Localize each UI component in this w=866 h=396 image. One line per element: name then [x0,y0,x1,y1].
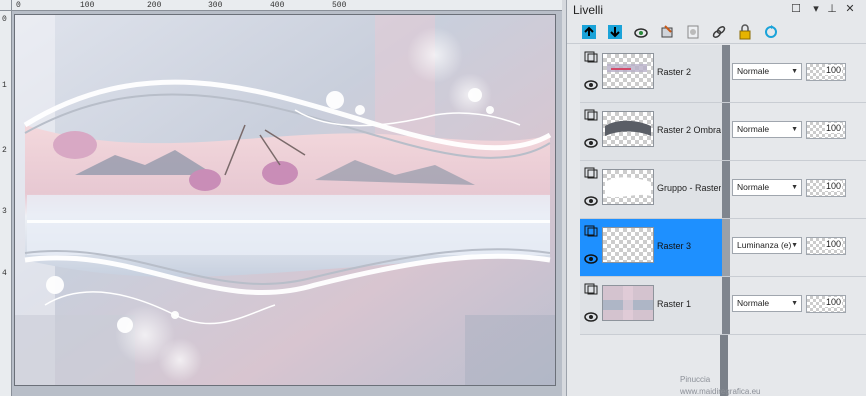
opacity-field[interactable]: 100 [806,295,846,313]
ruler-tick: 1 [2,81,7,90]
chevron-down-icon: ▼ [791,184,798,191]
close-icon[interactable]: ✕ [843,2,857,16]
artwork [15,15,555,385]
ruler-top: 0 100 200 300 400 500 [12,0,562,11]
layers-toolbar [567,20,866,44]
layer-name: Gruppo - Raster [657,183,721,193]
chevron-down-icon: ▼ [791,126,798,133]
new-layer-icon[interactable] [579,22,599,42]
chevron-down-icon: ▼ [791,300,798,307]
dropdown-arrow-icon[interactable]: ▾ [809,2,823,16]
layer-row[interactable]: Raster 2 Normale ▼ 100 [580,45,866,103]
opacity-field[interactable]: 100 [806,179,846,197]
ruler-tick: 0 [2,15,7,24]
pin-icon[interactable]: ⊥ [825,2,839,16]
opacity-field[interactable]: 100 [806,63,846,81]
layer-row-header[interactable]: Raster 1 [580,277,722,334]
watermark-url: www.maidiregrafica.eu [680,387,761,396]
layer-type-icon [584,167,598,179]
layer-row[interactable]: Raster 1 Normale ▼ 100 [580,277,866,335]
panel-titlebar: Livelli ☐ ▾ ⊥ ✕ [567,0,866,20]
layer-row-header[interactable]: Gruppo - Raster [580,161,722,218]
opacity-value: 100 [824,239,842,249]
layer-type-icon [584,225,598,237]
eye-icon[interactable] [584,253,598,265]
layer-type-icon [584,51,598,63]
layer-thumbnail [602,111,654,147]
ruler-tick: 400 [270,1,285,10]
ruler-tick: 100 [80,1,95,10]
ruler-corner [0,0,12,11]
blend-mode-value: Normale [737,124,770,134]
ruler-tick: 3 [2,207,7,216]
layer-thumbnail [602,227,654,263]
watermark-text: Pinuccia [680,375,711,384]
merge-down-icon[interactable] [605,22,625,42]
ruler-tick: 2 [2,146,7,155]
mask-icon[interactable] [683,22,703,42]
blend-mode-select[interactable]: Normale ▼ [732,63,802,80]
layer-divider [722,277,730,334]
opacity-field[interactable]: 100 [806,237,846,255]
panel-title: Livelli [573,3,604,17]
link-icon[interactable] [709,22,729,42]
chevron-down-icon: ▼ [791,242,798,249]
visibility-icon[interactable] [631,22,651,42]
minimize-icon[interactable]: ☐ [789,2,803,16]
eye-icon[interactable] [584,137,598,149]
opacity-field[interactable]: 100 [806,121,846,139]
document-image[interactable] [14,14,556,386]
blend-mode-value: Luminanza (e) [737,240,792,250]
layer-thumbnail [602,285,654,321]
blend-mode-select[interactable]: Luminanza (e) ▼ [732,237,802,254]
layer-row-header[interactable]: Raster 3 [580,219,722,276]
ruler-left: 0 1 2 3 4 [0,11,12,396]
layer-thumbnail [602,53,654,89]
ruler-tick: 0 [16,1,21,10]
layer-row-selected[interactable]: Raster 3 Luminanza (e) ▼ 100 [580,219,866,277]
canvas-panel[interactable]: 0 100 200 300 400 500 0 1 2 3 4 [0,0,562,396]
paint-icon[interactable] [657,22,677,42]
layer-name: Raster 3 [657,241,692,251]
blend-mode-value: Normale [737,182,770,192]
ruler-tick: 500 [332,1,347,10]
layer-row[interactable]: Raster 2 Ombra Normale ▼ 100 [580,103,866,161]
opacity-value: 100 [824,123,842,133]
layer-row-header[interactable]: Raster 2 Ombra [580,103,722,160]
layer-row-header[interactable]: Raster 2 [580,45,722,102]
blend-mode-select[interactable]: Normale ▼ [732,295,802,312]
layer-name: Raster 1 [657,299,692,309]
ruler-tick: 4 [2,269,7,278]
eye-icon[interactable] [584,79,598,91]
layer-divider [722,219,730,276]
opacity-value: 100 [824,181,842,191]
opacity-value: 100 [824,65,842,75]
chevron-down-icon: ▼ [791,68,798,75]
layer-divider [722,45,730,102]
ruler-tick: 200 [147,1,162,10]
eye-icon[interactable] [584,195,598,207]
layer-name: Raster 2 [657,67,692,77]
blend-mode-select[interactable]: Normale ▼ [732,121,802,138]
refresh-icon[interactable] [761,22,781,42]
opacity-value: 100 [824,297,842,307]
eye-icon[interactable] [584,311,598,323]
layer-row[interactable]: Gruppo - Raster Normale ▼ 100 [580,161,866,219]
layer-divider [722,161,730,218]
blend-mode-select[interactable]: Normale ▼ [732,179,802,196]
blend-mode-value: Normale [737,298,770,308]
lock-icon[interactable] [735,22,755,42]
ruler-tick: 300 [208,1,223,10]
layers-list: Raster 2 Normale ▼ 100 Raster 2 Ombra Nor… [580,45,866,396]
layer-divider [722,103,730,160]
blend-mode-value: Normale [737,66,770,76]
layer-thumbnail [602,169,654,205]
layer-name: Raster 2 Ombra [657,125,721,135]
layer-type-icon [584,109,598,121]
layer-type-icon [584,283,598,295]
